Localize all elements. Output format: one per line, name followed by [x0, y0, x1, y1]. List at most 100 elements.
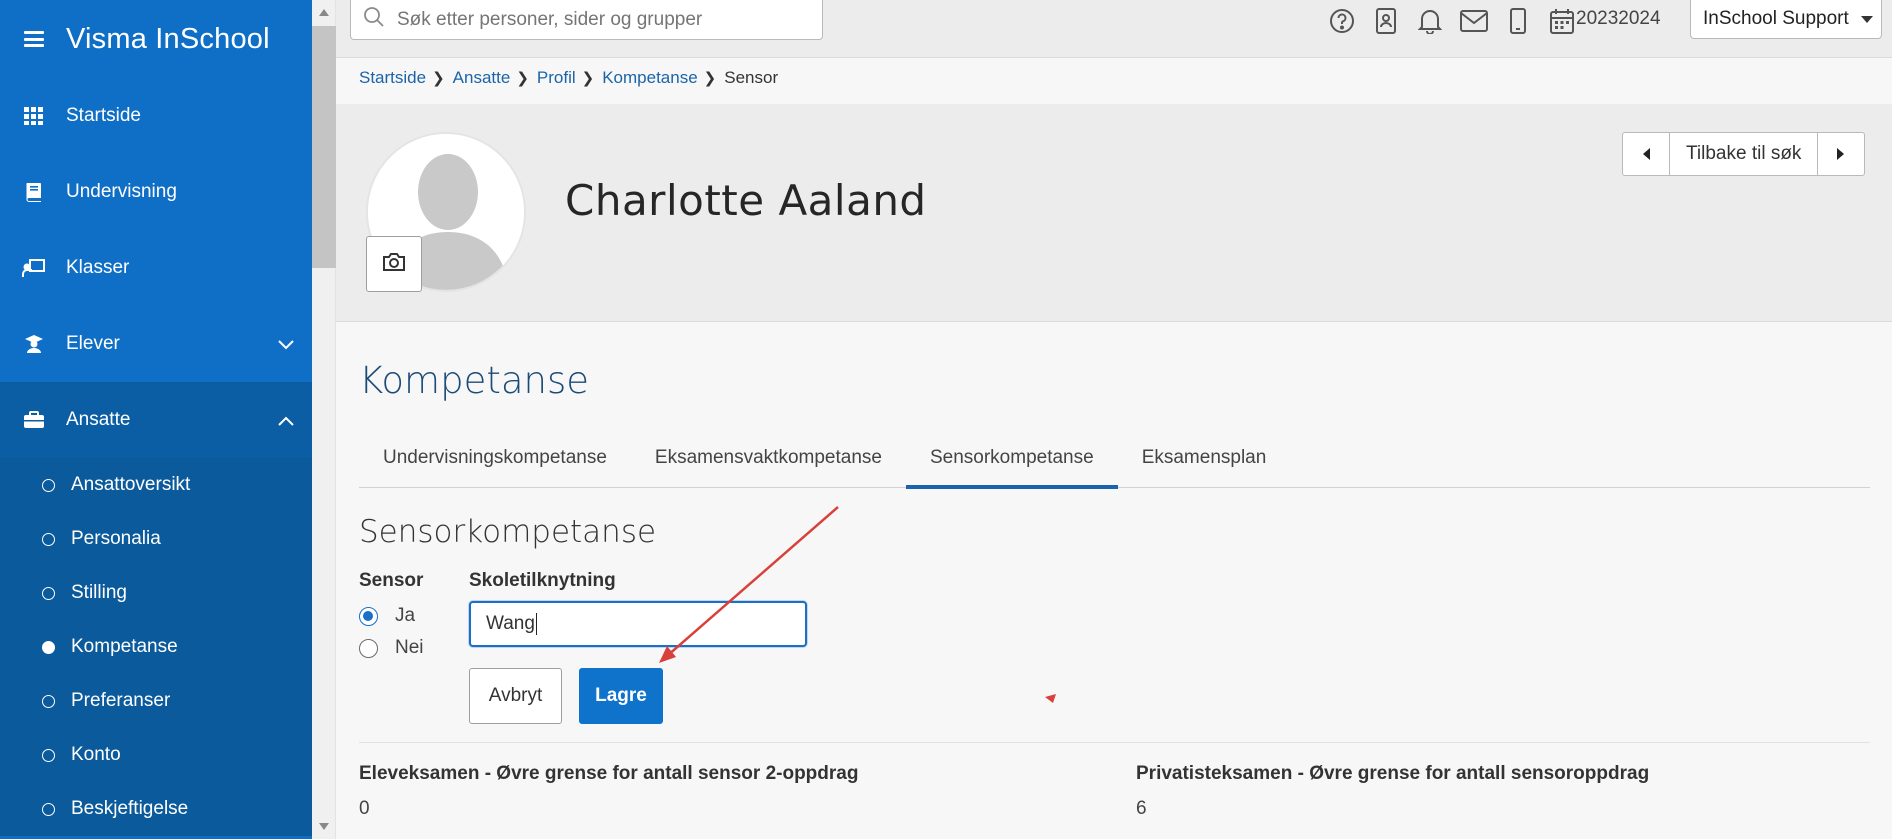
- tab-sensorkompetanse[interactable]: Sensorkompetanse: [905, 428, 1118, 489]
- filled-circle-icon: [42, 640, 55, 654]
- section-title: Kompetanse: [359, 359, 590, 402]
- top-icons: [1320, 4, 1584, 38]
- book-icon: [22, 180, 46, 204]
- sidebar-subitem-label: Beskjeftigelse: [71, 798, 189, 819]
- sidebar-subitem-ansattoversikt[interactable]: Ansattoversikt: [0, 458, 312, 512]
- sidebar-item-klasser[interactable]: Klasser: [0, 230, 312, 306]
- breadcrumb-link-startside[interactable]: Startside: [359, 68, 426, 88]
- caret-down-icon: [1861, 15, 1873, 23]
- circle-icon: [42, 694, 55, 708]
- radio-unchecked-icon[interactable]: [359, 638, 378, 658]
- sidebar-subitem-preferanser[interactable]: Preferanser: [0, 674, 312, 728]
- sidebar-item-label: Ansatte: [66, 409, 131, 430]
- chevron-right-icon: ❯: [516, 70, 529, 87]
- mail-icon[interactable]: [1452, 4, 1496, 38]
- menu-icon[interactable]: [22, 27, 46, 51]
- radio-checked-icon[interactable]: [359, 606, 378, 626]
- text-cursor: [535, 613, 537, 635]
- divider: [359, 742, 1870, 743]
- contact-book-icon[interactable]: [1364, 4, 1408, 38]
- topbar: 20232024 InSchool Support: [336, 0, 1892, 58]
- mobile-phone-icon[interactable]: [1496, 4, 1540, 38]
- sensor-radio-no[interactable]: Nei: [359, 637, 424, 659]
- back-to-search-button[interactable]: Tilbake til søk: [1669, 133, 1819, 175]
- scrollbar-thumb[interactable]: [312, 26, 336, 268]
- search-icon: [363, 6, 385, 33]
- sidebar-subitem-label: Konto: [71, 744, 121, 765]
- breadcrumb-link-kompetanse[interactable]: Kompetanse: [602, 68, 697, 88]
- next-button[interactable]: [1818, 133, 1864, 175]
- sidebar-item-ansatte[interactable]: Ansatte: [0, 382, 312, 458]
- school-affiliation-value: Wang: [486, 613, 535, 634]
- previous-button[interactable]: [1623, 133, 1669, 175]
- sidebar-item-undervisning[interactable]: Undervisning: [0, 154, 312, 230]
- tab-eksamensvaktkompetanse[interactable]: Eksamensvaktkompetanse: [631, 428, 906, 488]
- breadcrumb-link-ansatte[interactable]: Ansatte: [453, 68, 511, 88]
- search-box[interactable]: [350, 0, 823, 40]
- sidebar-header: Visma InSchool: [0, 0, 312, 78]
- help-icon[interactable]: [1320, 4, 1364, 38]
- circle-icon: [42, 532, 55, 546]
- sidebar-subitem-konto[interactable]: Konto: [0, 728, 312, 782]
- radio-label: Nei: [395, 637, 424, 658]
- sidebar-subitem-label: Ansattoversikt: [71, 474, 191, 495]
- sidebar-subitem-label: Preferanser: [71, 690, 171, 711]
- chevron-right-icon: ❯: [703, 70, 717, 87]
- school-affiliation-input[interactable]: Wang: [469, 601, 807, 647]
- sidebar-subitem-label: Stilling: [71, 582, 127, 603]
- chevron-down-icon: [278, 334, 294, 356]
- tab-undervisningskompetanse[interactable]: Undervisningskompetanse: [359, 428, 631, 488]
- sensor-radio-yes[interactable]: Ja: [359, 605, 415, 627]
- scroll-down-arrow-icon[interactable]: [319, 823, 329, 830]
- cancel-button[interactable]: Avbryt: [469, 668, 562, 724]
- caret-right-icon: [1837, 148, 1845, 160]
- profile-navigation: Tilbake til søk: [1622, 132, 1866, 176]
- scroll-up-arrow-icon[interactable]: [319, 9, 329, 16]
- sidebar-item-label: Undervisning: [66, 181, 177, 202]
- sidebar-item-label: Klasser: [66, 257, 130, 278]
- profile-name: Charlotte Aaland: [565, 176, 927, 225]
- breadcrumb-current: Sensor: [724, 68, 779, 87]
- sidebar-scrollbar[interactable]: [312, 0, 336, 839]
- sidebar-subitem-kompetanse[interactable]: Kompetanse: [0, 620, 312, 674]
- privatisteksamen-limit-value: 6: [1136, 798, 1147, 819]
- change-photo-button[interactable]: [366, 236, 422, 292]
- school-year[interactable]: 20232024: [1576, 4, 1661, 34]
- grid-icon: [22, 104, 46, 128]
- sidebar-subitem-label: Personalia: [71, 528, 161, 549]
- sidebar-subitem-personalia[interactable]: Personalia: [0, 512, 312, 566]
- sidebar-subitem-stilling[interactable]: Stilling: [0, 566, 312, 620]
- subsection-title: Sensorkompetanse: [359, 514, 657, 550]
- sidebar-item-startside[interactable]: Startside: [0, 78, 312, 154]
- main-content: Kompetanse Undervisningskompetanse Eksam…: [336, 322, 1892, 839]
- camera-icon: [382, 252, 406, 277]
- chevron-right-icon: ❯: [581, 70, 595, 87]
- radio-label: Ja: [395, 605, 416, 626]
- sidebar-submenu-ansatte: Ansattoversikt Personalia Stilling Kompe…: [0, 458, 312, 836]
- sidebar-item-elever[interactable]: Elever: [0, 306, 312, 382]
- sidebar: Visma InSchool Startside Undervisning Kl…: [0, 0, 312, 839]
- circle-icon: [42, 802, 55, 816]
- competence-tabs: Undervisningskompetanse Eksamensvaktkomp…: [359, 428, 1870, 489]
- breadcrumb: Startside ❯ Ansatte ❯ Profil ❯ Kompetanse ❯ …: [359, 68, 778, 88]
- briefcase-icon: [22, 408, 46, 432]
- circle-icon: [42, 748, 55, 762]
- sensor-label: Sensor: [359, 570, 424, 591]
- sidebar-subitem-beskjeftigelse[interactable]: Beskjeftigelse: [0, 782, 312, 836]
- tab-eksamensplan[interactable]: Eksamensplan: [1118, 428, 1291, 488]
- student-icon: [22, 332, 46, 356]
- save-button[interactable]: Lagre: [579, 668, 663, 724]
- user-name: InSchool Support: [1703, 8, 1849, 29]
- circle-icon: [42, 478, 55, 492]
- app-title[interactable]: Visma InSchool: [66, 23, 270, 56]
- profile-header: Charlotte Aaland Tilbake til søk: [336, 104, 1892, 322]
- eleveksamen-limit-value: 0: [359, 798, 370, 819]
- sidebar-subitem-label: Kompetanse: [71, 636, 178, 657]
- user-menu-button[interactable]: InSchool Support: [1690, 0, 1882, 39]
- search-input[interactable]: [397, 8, 797, 31]
- sidebar-item-label: Elever: [66, 333, 120, 354]
- circle-icon: [42, 586, 55, 600]
- bell-icon[interactable]: [1408, 4, 1452, 38]
- school-affiliation-label: Skoletilknytning: [469, 570, 616, 591]
- breadcrumb-link-profil[interactable]: Profil: [537, 68, 576, 88]
